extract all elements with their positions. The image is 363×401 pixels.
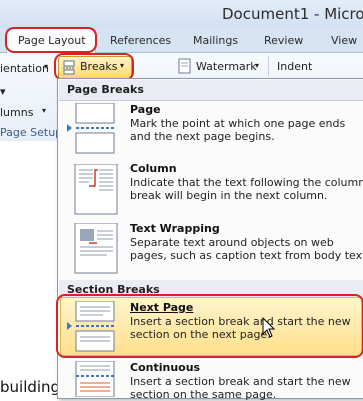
document-text: building	[0, 378, 61, 396]
tab-mailings[interactable]: Mailings	[193, 34, 238, 47]
page-title: Page	[130, 103, 161, 116]
page-break-icon	[67, 103, 115, 154]
continuous-icon	[75, 361, 115, 397]
title-bar: Document1 - Micros	[0, 0, 363, 28]
menu-item-column[interactable]: Column Indicate that the text following …	[59, 159, 363, 219]
column-desc-line1: Indicate that the text following the col…	[130, 176, 363, 189]
column-break-icon	[74, 164, 118, 215]
size-dropdown-icon[interactable]: ▾	[0, 85, 6, 98]
page-breaks-header: Page Breaks	[59, 80, 363, 101]
text-wrapping-desc-line1: Separate text around objects on web	[130, 236, 334, 249]
indent-label: Indent	[277, 60, 313, 73]
text-wrapping-icon	[74, 223, 118, 274]
annotation-ring-breaks	[54, 53, 134, 81]
menu-item-page[interactable]: Page Mark the point at which one page en…	[59, 101, 363, 159]
column-title: Column	[130, 162, 177, 175]
tab-view[interactable]: View	[331, 34, 357, 47]
orientation-button[interactable]: ientation	[0, 62, 49, 75]
continuous-desc-line1: Insert a section break and start the new	[130, 375, 351, 388]
tab-references[interactable]: References	[110, 34, 171, 47]
page-desc-line2: and the next page begins.	[130, 130, 275, 143]
annotation-ring-next-page	[56, 294, 363, 358]
menu-item-text-wrapping[interactable]: Text Wrapping Separate text around objec…	[59, 219, 363, 279]
annotation-ring-page-layout	[5, 27, 97, 53]
continuous-title: Continuous	[130, 361, 201, 374]
columns-button[interactable]: lumns	[0, 106, 33, 119]
menu-item-continuous[interactable]: Continuous Insert a section break and st…	[59, 359, 363, 401]
watermark-dropdown-icon[interactable]: ▾	[255, 61, 259, 70]
column-desc-line2: break will begin in the next column.	[130, 189, 328, 202]
text-wrapping-desc-line2: pages, such as caption text from body te…	[130, 249, 363, 262]
watermark-button[interactable]: Watermark	[196, 60, 257, 73]
breaks-dropdown-menu: Page Breaks Page Mark the point at which…	[56, 78, 363, 401]
mouse-cursor-icon	[262, 317, 276, 338]
columns-dropdown-icon[interactable]: ▾	[42, 106, 46, 115]
tab-review[interactable]: Review	[264, 34, 303, 47]
page-setup-group-label: Page Setup	[0, 126, 63, 139]
page-desc-line1: Mark the point at which one page ends	[130, 117, 346, 130]
window-title: Document1 - Micros	[222, 5, 363, 23]
ribbon-separator	[268, 56, 269, 76]
continuous-desc-line2: section on the same page.	[130, 388, 277, 401]
orientation-dropdown-icon[interactable]: ▾	[44, 62, 48, 71]
text-wrapping-title: Text Wrapping	[130, 222, 220, 235]
watermark-icon	[178, 58, 191, 74]
